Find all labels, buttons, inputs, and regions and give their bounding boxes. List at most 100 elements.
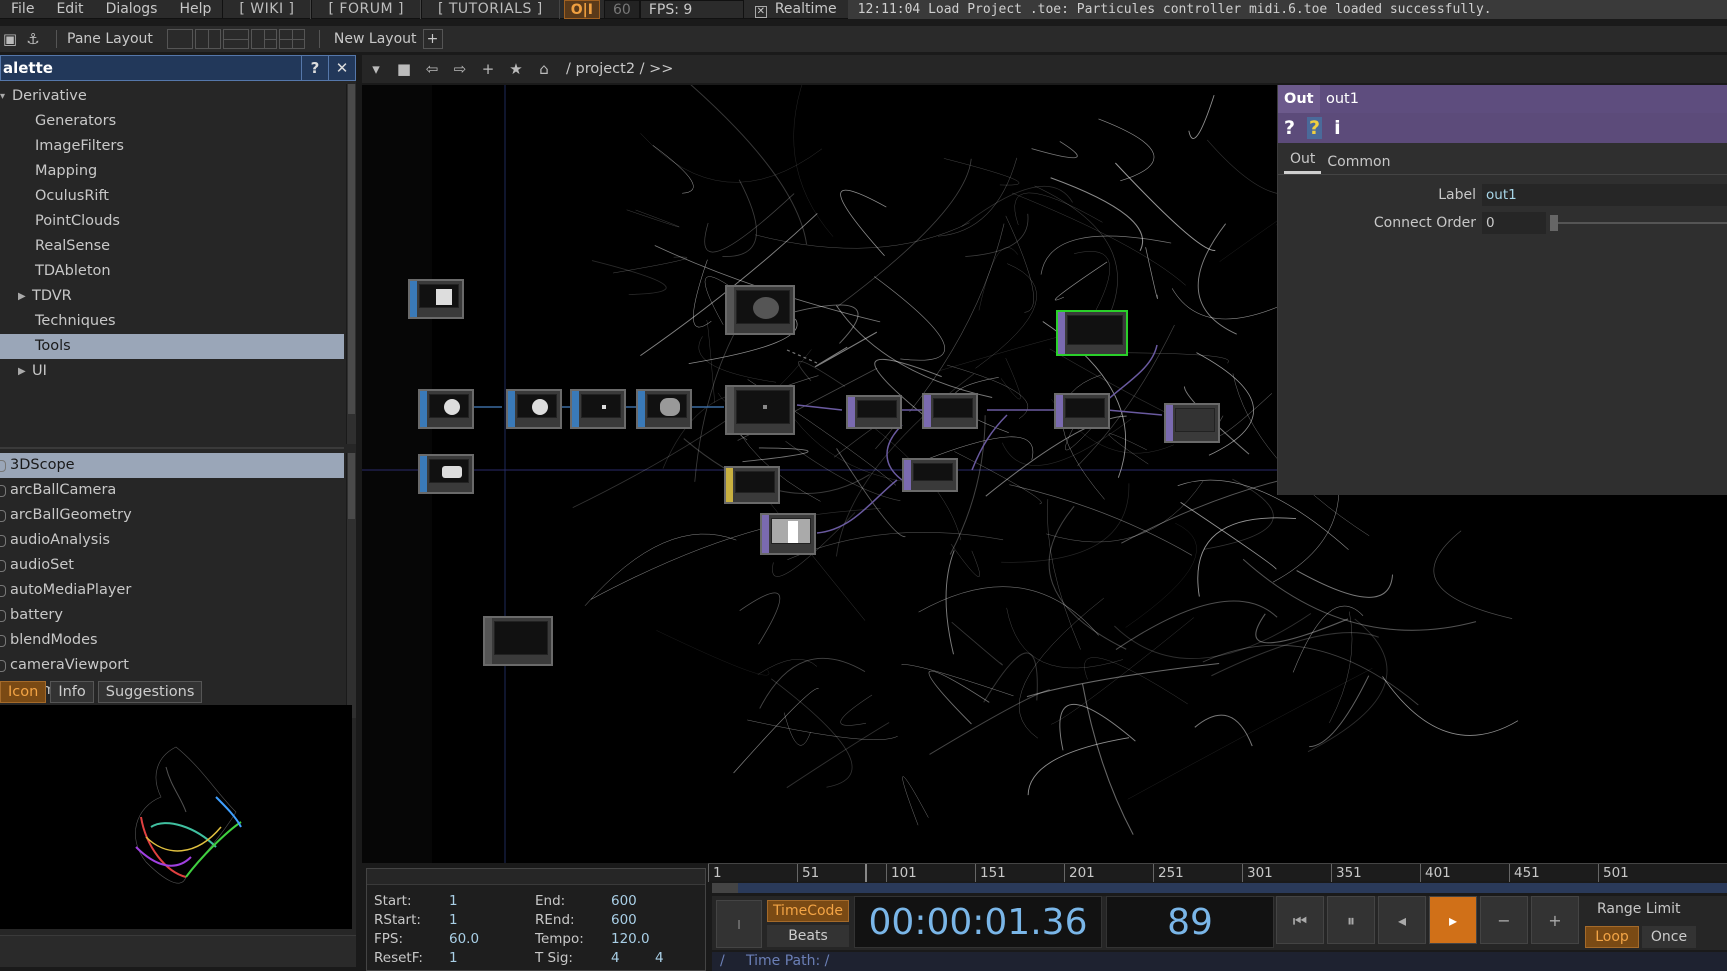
expand-arrow-icon[interactable]: ▶ [18,284,26,309]
tree-item[interactable]: ImageFilters [0,134,344,159]
breadcrumb[interactable]: / project2 / >> [566,61,673,77]
forward-arrow-icon[interactable]: ⇨ [446,55,474,83]
realtime-checkbox[interactable]: ✕ [754,5,767,18]
menu-file[interactable]: File [0,0,45,19]
window-icon[interactable]: ▣ [0,25,20,53]
play-button[interactable]: ▸ [1429,896,1477,944]
star-icon[interactable]: ★ [502,55,530,83]
list-item[interactable]: audioAnalysis [0,528,344,553]
pause-button[interactable]: ⏸ [1327,896,1375,944]
label-input[interactable]: out1 [1482,184,1727,206]
operator-name-field[interactable]: out1 [1320,85,1727,113]
chevron-down-icon[interactable]: ▾ [362,55,390,83]
python-help-icon[interactable]: ? [1307,117,1323,139]
rend-value[interactable]: 600 [611,912,637,928]
layout-four-pane-button[interactable] [278,29,305,49]
list-item[interactable]: audioSet [0,553,344,578]
connect-order-input[interactable]: 0 [1482,212,1546,234]
list-scroll-thumb[interactable] [348,453,355,519]
layout-three-pane-button[interactable] [250,29,277,49]
beats-toggle-button[interactable]: Beats [767,925,849,947]
layout-split-vertical-button[interactable] [194,29,221,49]
tree-item[interactable]: OculusRift [0,184,344,209]
operator-node[interactable] [418,389,474,429]
tree-item[interactable]: PointClouds [0,209,344,234]
tab-info[interactable]: Info [50,681,94,703]
help-icon[interactable]: ? [1284,117,1295,139]
menu-dialogs[interactable]: Dialogs [95,0,169,19]
slider-handle[interactable] [1550,215,1558,231]
tree-item[interactable]: Techniques [0,309,344,334]
operator-node[interactable] [418,454,474,494]
tree-item[interactable]: RealSense [0,234,344,259]
operator-node[interactable] [725,385,795,435]
list-item[interactable]: battery [0,603,344,628]
operator-node[interactable] [408,279,464,319]
layout-single-button[interactable] [166,29,193,49]
wiki-link[interactable]: [ WIKI ] [222,0,312,19]
tutorials-link[interactable]: [ TUTORIALS ] [420,0,560,19]
resetf-value[interactable]: 1 [449,950,458,966]
tempo-value[interactable]: 120.0 [611,931,650,947]
list-item[interactable]: blendModes [0,628,344,653]
operator-node[interactable] [636,389,692,429]
operator-node[interactable] [506,389,562,429]
fps-value[interactable]: 60.0 [449,931,479,947]
step-plus-button[interactable]: + [1531,896,1579,944]
forum-link[interactable]: [ FORUM ] [311,0,421,19]
anchor-icon[interactable]: ⚓ [20,25,46,53]
selected-operator-node[interactable] [1056,310,1128,356]
tab-suggestions[interactable]: Suggestions [97,681,203,703]
tab-icon[interactable]: Icon [0,681,47,703]
start-value[interactable]: 1 [449,893,458,909]
range-start-handle[interactable] [712,883,738,893]
tsig-value-b[interactable]: 4 [655,950,664,966]
timecode-display[interactable]: 00:00:01.36 [854,896,1102,948]
list-item[interactable]: 3DScope [0,453,344,478]
operator-node[interactable] [922,393,978,429]
fps-target-field[interactable]: 60 [604,0,640,19]
operator-node[interactable] [760,513,816,555]
tree-item[interactable]: ▶ UI [0,359,344,384]
tree-item[interactable]: TDAbleton [0,259,344,284]
timeline-toggle-button[interactable]: I [716,900,762,948]
palette-close-button[interactable]: ✕ [328,56,355,80]
stop-icon[interactable]: ■ [390,55,418,83]
tsig-value-a[interactable]: 4 [611,950,620,966]
tree-scroll-thumb[interactable] [348,84,355,414]
add-icon[interactable]: + [474,55,502,83]
operator-node[interactable] [902,458,958,492]
operator-node[interactable] [724,466,780,504]
step-minus-button[interactable]: − [1480,896,1528,944]
tab-common[interactable]: Common [1321,154,1396,174]
expand-arrow-icon[interactable]: ▶ [18,359,26,384]
frame-display[interactable]: 89 [1106,896,1274,948]
playhead[interactable] [865,864,867,882]
loop-button[interactable]: Loop [1585,926,1639,948]
menu-help[interactable]: Help [168,0,222,19]
realtime-toggle[interactable]: ✕ Realtime [744,0,848,19]
list-scrollbar[interactable] [346,453,356,718]
tree-item[interactable]: Generators [0,109,344,134]
list-item[interactable]: arcBallGeometry [0,503,344,528]
operator-node[interactable] [725,285,795,335]
menu-edit[interactable]: Edit [45,0,94,19]
end-value[interactable]: 600 [611,893,637,909]
add-layout-button[interactable]: + [422,29,443,49]
operator-node[interactable] [1054,393,1110,429]
info-icon[interactable]: i [1334,117,1341,139]
connect-order-slider[interactable] [1550,215,1727,231]
tree-item[interactable]: ▾ Derivative [0,84,344,109]
home-icon[interactable]: ⌂ [530,55,558,83]
layout-split-horizontal-button[interactable] [222,29,249,49]
list-item[interactable]: autoMediaPlayer [0,578,344,603]
back-arrow-icon[interactable]: ⇦ [418,55,446,83]
list-item[interactable]: cameraViewport [0,653,344,678]
tree-item[interactable]: Mapping [0,159,344,184]
tree-item[interactable]: Tools [0,334,344,359]
operator-node[interactable] [846,395,902,429]
timeline-ruler[interactable]: 1 51 101 151 201 251 301 351 401 451 501 [708,863,1727,882]
perform-toggle-button[interactable]: O|I [563,0,600,19]
rstart-value[interactable]: 1 [449,912,458,928]
rewind-button[interactable]: ⏮ [1276,896,1324,944]
